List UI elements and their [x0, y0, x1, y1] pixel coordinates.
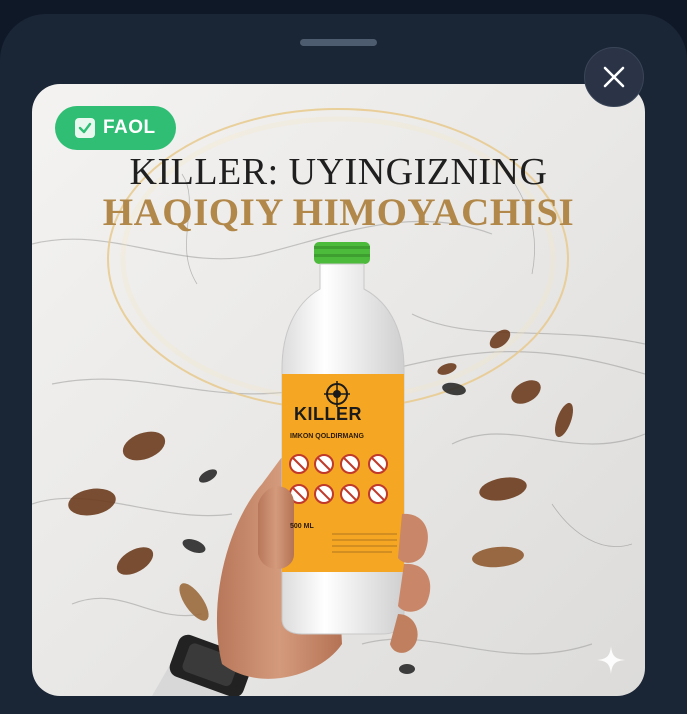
bottom-sheet: KILLER IMKON QOLDIRMANG 500 ML FAOL KILL… — [0, 14, 687, 714]
promo-image: KILLER IMKON QOLDIRMANG 500 ML FAOL KILL… — [32, 84, 645, 696]
sheet-drag-handle[interactable] — [300, 39, 377, 46]
status-badge: FAOL — [55, 106, 176, 150]
check-mark-icon — [75, 118, 95, 138]
product-tagline: IMKON QOLDIRMANG — [290, 433, 364, 440]
sparkle-icon — [595, 644, 627, 681]
headline-line-2: HAQIQIY HIMOYACHISI — [102, 191, 575, 234]
close-button[interactable] — [584, 47, 644, 107]
headline-line-1: KILLER: UYINGIZNING — [129, 151, 548, 193]
close-icon — [603, 66, 625, 88]
product-volume: 500 ML — [290, 523, 314, 530]
status-badge-label: FAOL — [103, 117, 156, 138]
product-brand-label: KILLER — [294, 404, 362, 424]
